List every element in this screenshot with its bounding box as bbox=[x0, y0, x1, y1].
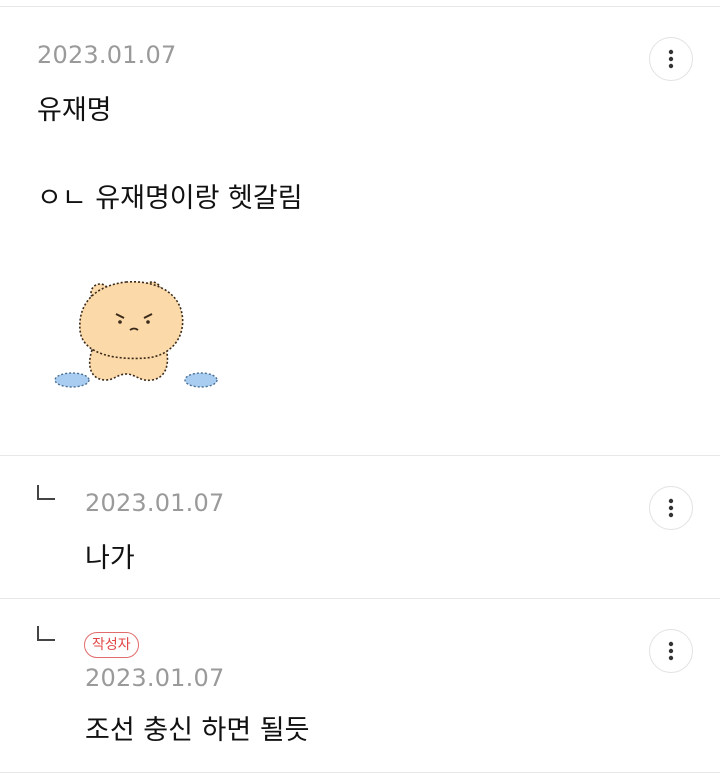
comment-text: 조선 충신 하면 될듯 bbox=[85, 715, 310, 746]
comment-text: 나가 bbox=[85, 543, 135, 574]
reply-item: 2023.01.07 나가 bbox=[0, 455, 720, 598]
more-options-button[interactable] bbox=[649, 486, 693, 530]
bottom-divider bbox=[0, 772, 720, 773]
reply-arrow-icon bbox=[37, 626, 55, 641]
comment-date: 2023.01.07 bbox=[85, 664, 225, 692]
more-options-button[interactable] bbox=[649, 37, 693, 81]
comment-text-line-2: ㅇㄴ 유재명이랑 헷갈림 bbox=[37, 183, 303, 214]
comment-text-line-1: 유재명 bbox=[37, 95, 112, 126]
comment-date: 2023.01.07 bbox=[85, 489, 225, 517]
reply-item: 작성자 2023.01.07 조선 충신 하면 될듯 bbox=[0, 598, 720, 774]
author-badge: 작성자 bbox=[84, 632, 139, 658]
comment-item: 2023.01.07 유재명 ㅇㄴ 유재명이랑 헷갈림 bbox=[0, 0, 720, 455]
more-options-button[interactable] bbox=[649, 629, 693, 673]
reply-arrow-icon bbox=[37, 485, 55, 500]
more-vertical-icon bbox=[668, 498, 674, 518]
fluffy-bear-sticker bbox=[54, 280, 218, 388]
comment-date: 2023.01.07 bbox=[37, 41, 177, 69]
more-vertical-icon bbox=[668, 49, 674, 69]
more-vertical-icon bbox=[668, 641, 674, 661]
